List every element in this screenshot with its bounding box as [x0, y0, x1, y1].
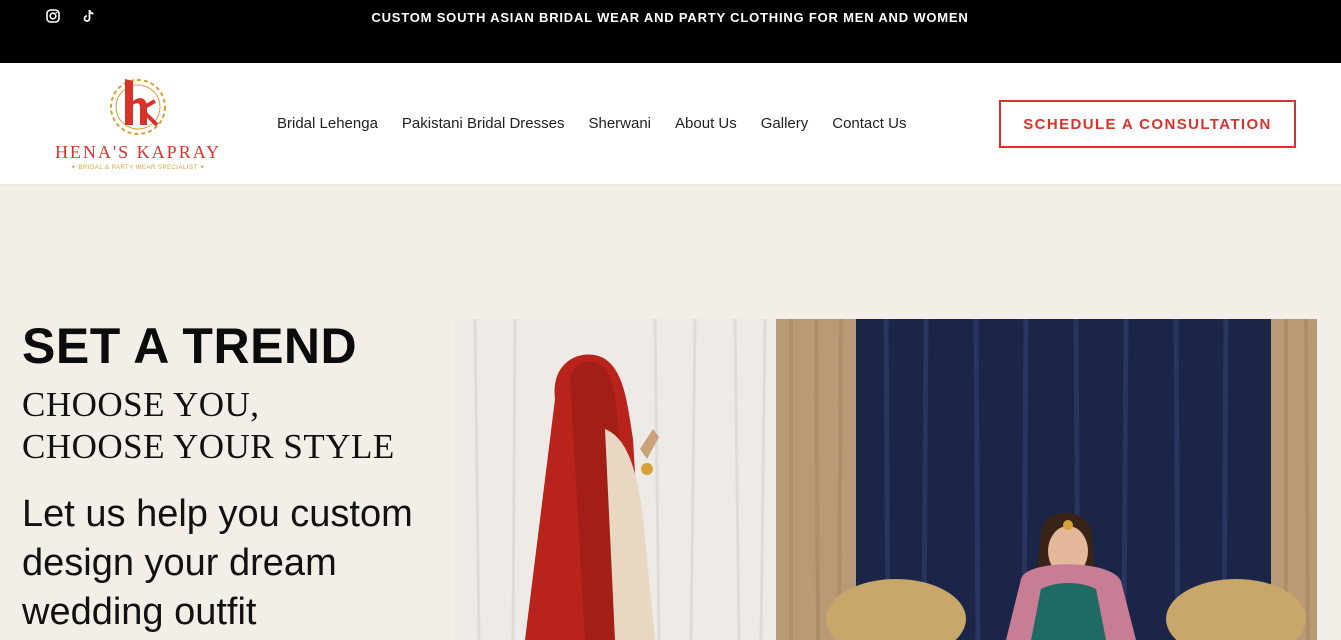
announcement-text: CUSTOM SOUTH ASIAN BRIDAL WEAR AND PARTY…: [371, 10, 969, 25]
hero-subtitle-line-1: CHOOSE YOU,: [22, 385, 260, 424]
nav-bridal-lehenga[interactable]: Bridal Lehenga: [277, 115, 378, 132]
hero-subtitle-line-2: CHOOSE YOUR STYLE: [22, 427, 395, 466]
nav-pakistani-bridal-dresses[interactable]: Pakistani Bridal Dresses: [402, 115, 565, 132]
hero-subtitle: CHOOSE YOU, CHOOSE YOUR STYLE: [22, 384, 395, 468]
logo[interactable]: HENA'S KAPRAY ✦ BRIDAL & PARTY WEAR SPEC…: [48, 75, 228, 175]
hero-title: SET A TREND: [22, 318, 358, 374]
bride-window-photo: [455, 319, 776, 640]
social-links: [46, 9, 96, 23]
nav-about-us[interactable]: About Us: [675, 115, 737, 132]
bride-stage-photo: [776, 319, 1317, 640]
brand-name: HENA'S KAPRAY: [54, 142, 222, 162]
main-navigation: Bridal Lehenga Pakistani Bridal Dresses …: [277, 115, 906, 132]
schedule-consultation-button[interactable]: SCHEDULE A CONSULTATION: [999, 100, 1296, 148]
nav-sherwani[interactable]: Sherwani: [588, 115, 651, 132]
nav-contact-us[interactable]: Contact Us: [832, 115, 906, 132]
site-header: HENA'S KAPRAY ✦ BRIDAL & PARTY WEAR SPEC…: [0, 63, 1341, 184]
brand-tagline: ✦ BRIDAL & PARTY WEAR SPECIALIST ✦: [70, 165, 206, 171]
tiktok-icon[interactable]: [82, 9, 96, 23]
nav-gallery[interactable]: Gallery: [761, 115, 809, 132]
hero-body-text: Let us help you custom design your dream…: [22, 493, 413, 633]
instagram-icon[interactable]: [46, 9, 60, 23]
logo-monogram-icon: [110, 79, 166, 135]
announcement-bar: CUSTOM SOUTH ASIAN BRIDAL WEAR AND PARTY…: [0, 0, 1341, 63]
